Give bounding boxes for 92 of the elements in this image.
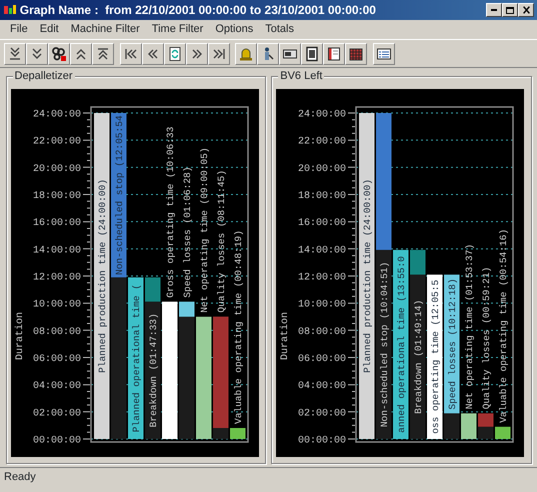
tick-label: 20:00:00 [298, 164, 346, 175]
bar-label: Net operating time (09:00:05) [198, 147, 210, 313]
bar-label: anned operational time (13:55:0 [396, 256, 408, 433]
last-icon [210, 46, 226, 62]
book-button[interactable] [323, 43, 345, 65]
chevrons-up-bar-button[interactable] [92, 43, 114, 65]
minimize-button[interactable] [486, 3, 502, 17]
bar-label: oss operating time (12:05:5 [430, 280, 442, 434]
bar-label: Net operating time (01:53:37) [464, 244, 476, 410]
tick-label: 24:00:00 [32, 110, 80, 120]
card-button[interactable] [279, 43, 301, 65]
status-text: Ready [4, 471, 36, 483]
bar-label: Quality losses (00:59:21) [481, 266, 492, 410]
tick-label: 06:00:00 [298, 354, 346, 365]
document-button[interactable] [301, 43, 323, 65]
first-icon [122, 46, 138, 62]
menu-item[interactable]: Edit [34, 20, 65, 39]
tick-label: 08:00:00 [298, 326, 346, 338]
menu-item[interactable]: Machine Filter [64, 20, 146, 39]
tick-label: 18:00:00 [32, 191, 80, 202]
chevrons-down-bar-icon [7, 46, 23, 62]
chain-button[interactable] [48, 43, 70, 65]
bar-label: Planned operational time ( [130, 284, 142, 432]
tick-label: 22:00:00 [298, 136, 346, 148]
tick-label: 20:00:00 [32, 164, 80, 175]
previous-button[interactable] [142, 43, 164, 65]
group-title: Depalletizer [12, 70, 75, 83]
bar-label: Breakdown (01:49:14) [413, 300, 424, 414]
menu-item[interactable]: File [4, 20, 34, 39]
bar-label: Breakdown (01:47:33) [148, 313, 159, 428]
axis-title: Duration [280, 312, 292, 360]
tick-label: 06:00:00 [32, 354, 80, 365]
refresh-button[interactable] [164, 43, 186, 65]
refresh-icon [166, 46, 182, 62]
tick-label: 10:00:00 [298, 300, 346, 311]
tick-label: 00:00:00 [32, 436, 80, 446]
tick-label: 04:00:00 [298, 381, 346, 392]
bar-label: Quality losses (08:11:45) [216, 170, 227, 313]
minimize-icon [491, 9, 497, 11]
next-button[interactable] [186, 43, 208, 65]
bell-button[interactable] [235, 43, 257, 65]
chevrons-up-bar-icon [95, 46, 111, 62]
bar-label: Valuable operating time (00:48:19) [232, 230, 244, 424]
bar-label: Planned production time (24:00:00) [96, 179, 108, 373]
bar [230, 428, 245, 439]
bar-label: Speed losses (01:06:28) [182, 166, 193, 298]
tick-label: 02:00:00 [298, 408, 346, 420]
bar-label: Non-scheduled stop (12:05:54 [114, 115, 124, 276]
tick-label: 08:00:00 [32, 326, 80, 338]
first-button[interactable] [120, 43, 142, 65]
chevrons-down-button[interactable] [26, 43, 48, 65]
tick-label: 12:00:00 [298, 272, 346, 284]
list-button[interactable] [372, 43, 394, 65]
chevrons-down-bar-button[interactable] [4, 43, 26, 65]
tick-label: 16:00:00 [298, 218, 346, 230]
maximize-icon [506, 6, 514, 14]
menu-item[interactable]: Time Filter [146, 20, 210, 39]
calendar-icon [348, 46, 364, 62]
menu-item[interactable]: Totals [259, 20, 300, 39]
tick-label: 00:00:00 [298, 436, 346, 446]
tick-label: 14:00:00 [32, 245, 80, 256]
bar-label: Valuable operating time (00:54:16) [498, 228, 510, 423]
last-button[interactable] [208, 43, 230, 65]
figure-button[interactable] [257, 43, 279, 65]
bar-label: Gross operating time (10:06:33 [164, 126, 176, 298]
close-button[interactable] [518, 3, 534, 17]
close-icon [522, 6, 530, 14]
tick-label: 18:00:00 [298, 191, 346, 202]
calendar-button[interactable] [345, 43, 367, 65]
bar-label: Non-scheduled stop (10:04:51) [379, 262, 390, 428]
tick-label: 16:00:00 [32, 218, 80, 230]
tick-label: 22:00:00 [32, 136, 80, 148]
window-title: Graph Name : from 22/10/2001 00:00:00 to 23/10/2001 00:00:00 [20, 2, 377, 19]
menu-item[interactable]: Options [209, 20, 260, 39]
chevrons-up-button[interactable] [70, 43, 92, 65]
tick-label: 24:00:00 [298, 110, 346, 120]
list-icon [376, 46, 392, 62]
chain-icon [51, 46, 67, 62]
bell-icon [238, 46, 254, 62]
bar-label: Planned production time (24:00:00) [362, 179, 374, 373]
bar-label: Speed losses (10:12:18) [447, 278, 458, 410]
tick-label: 04:00:00 [32, 381, 80, 392]
book-icon [326, 46, 342, 62]
tick-label: 02:00:00 [32, 408, 80, 420]
bar [495, 426, 511, 439]
maximize-button[interactable] [502, 3, 518, 17]
tick-label: 10:00:00 [32, 300, 80, 311]
tick-label: 12:00:00 [32, 272, 80, 284]
document-icon [304, 46, 320, 62]
axis-title: Duration [14, 312, 26, 360]
tick-label: 14:00:00 [298, 245, 346, 256]
app-icon [3, 4, 17, 16]
